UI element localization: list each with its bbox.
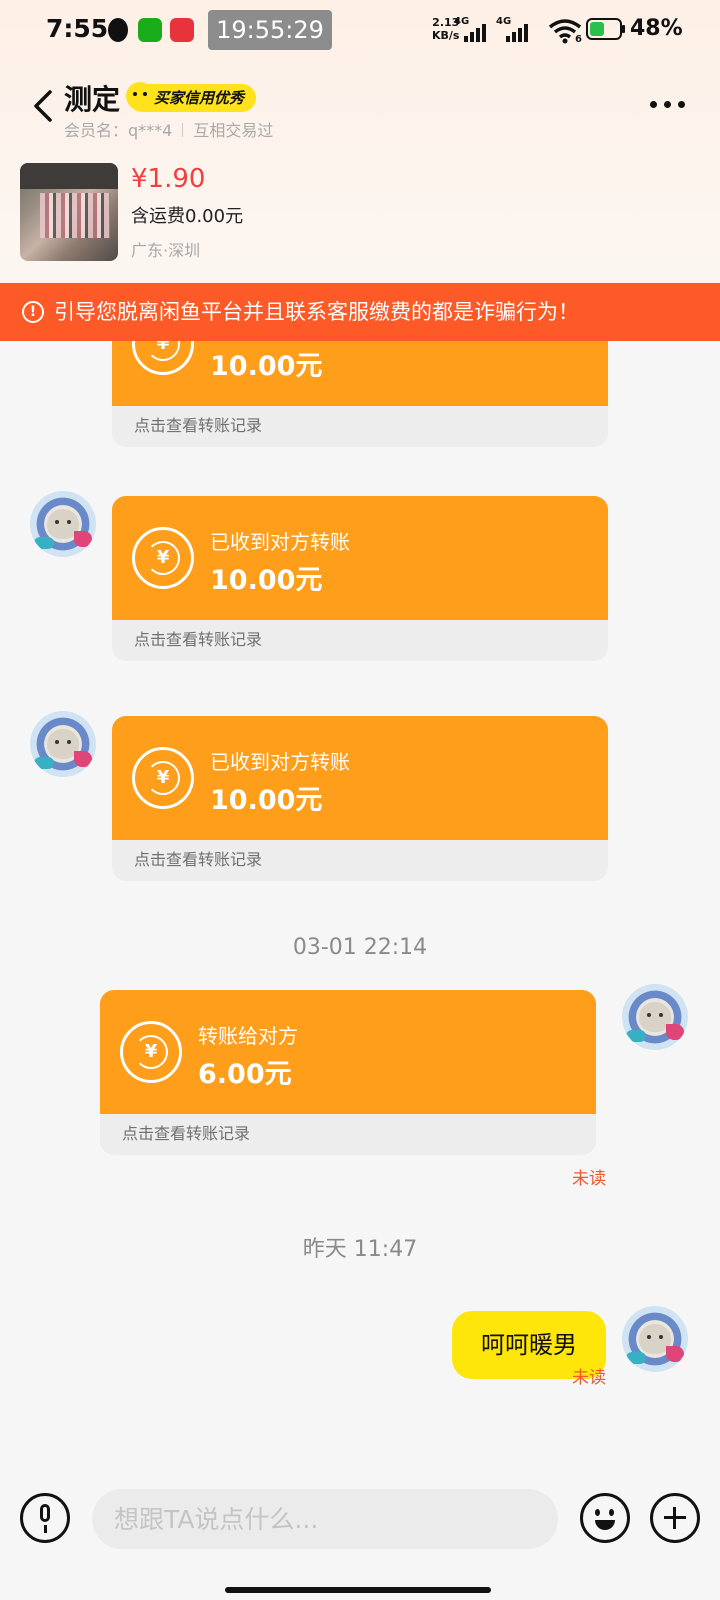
message-timestamp: 昨天 11:47 — [302, 1237, 418, 1262]
transfer-card[interactable]: ¥ 已收到对方转账 10.00元 点击查看转账记录 — [112, 716, 608, 881]
warning-icon: ! — [22, 301, 44, 323]
transfer-card-sent[interactable]: ¥ 转账给对方 6.00元 点击查看转账记录 — [100, 990, 596, 1155]
product-thumbnail[interactable] — [20, 163, 118, 261]
back-arrow-icon[interactable] — [26, 86, 66, 126]
battery-percent: 48% — [630, 16, 683, 41]
divider — [182, 123, 184, 137]
transfer-amount: 10.00元 — [210, 785, 323, 816]
video-app-notification-icon — [170, 18, 194, 42]
yuan-transfer-icon: ¥ — [132, 527, 194, 589]
status-time: 7:55 — [46, 14, 109, 43]
plus-icon[interactable] — [650, 1493, 700, 1543]
transfer-label: 已收到对方转账 — [210, 530, 350, 554]
transfer-label: 已收到对方转账 — [210, 750, 350, 774]
transfer-record-link[interactable]: 点击查看转账记录 — [100, 1114, 596, 1155]
qq-notification-icon — [108, 18, 128, 42]
unread-status: 未读 — [572, 1169, 606, 1189]
my-avatar[interactable] — [622, 1306, 688, 1372]
microphone-icon[interactable] — [20, 1493, 70, 1543]
transfer-record-link[interactable]: 点击查看转账记录 — [112, 406, 608, 447]
wechat-notification-icon — [138, 18, 162, 42]
credit-face-icon — [126, 82, 154, 110]
transfer-card[interactable]: ¥ 10.00元 点击查看转账记录 — [112, 341, 608, 447]
wifi-level: 6 — [575, 34, 582, 45]
member-info: 会员名：q***4 互相交易过 — [64, 121, 274, 140]
yuan-transfer-icon: ¥ — [132, 341, 194, 375]
other-user-avatar[interactable] — [30, 491, 96, 557]
signal-2-bars-icon — [506, 24, 528, 42]
screen-recording-clock: 19:55:29 — [208, 10, 332, 50]
contact-name: 测定 — [64, 83, 121, 116]
battery-icon — [586, 18, 625, 40]
yuan-transfer-icon: ¥ — [120, 1021, 182, 1083]
product-shipping: 含运费0.00元 — [131, 206, 244, 227]
emoji-icon[interactable] — [580, 1493, 630, 1543]
transfer-amount: 6.00元 — [198, 1059, 292, 1090]
yuan-transfer-icon: ¥ — [132, 747, 194, 809]
signal-1-bars-icon — [464, 24, 486, 42]
transfer-amount: 10.00元 — [210, 351, 323, 382]
transfer-record-link[interactable]: 点击查看转账记录 — [112, 840, 608, 881]
message-timestamp: 03-01 22:14 — [292, 935, 428, 960]
product-location: 广东·深圳 — [131, 241, 201, 260]
chat-area[interactable]: ¥ 10.00元 点击查看转账记录 ¥ 已收到对方转账 10.00元 点击查看转… — [0, 341, 720, 1469]
unread-status: 未读 — [572, 1368, 606, 1388]
buyer-credit-badge[interactable]: 买家信用优秀 — [126, 82, 257, 112]
transfer-amount: 10.00元 — [210, 565, 323, 596]
message-input-bar — [0, 1469, 720, 1600]
other-user-avatar[interactable] — [30, 711, 96, 777]
message-input[interactable] — [92, 1489, 558, 1549]
more-options-icon[interactable] — [650, 94, 690, 114]
product-price: ¥1.90 — [131, 164, 206, 194]
status-bar: 7:55 19:55:29 2.13 KB/s 4G 4G 6 48% — [0, 0, 720, 62]
home-indicator[interactable] — [225, 1587, 491, 1593]
transfer-record-link[interactable]: 点击查看转账记录 — [112, 620, 608, 661]
my-avatar[interactable] — [622, 984, 688, 1050]
transfer-card[interactable]: ¥ 已收到对方转账 10.00元 点击查看转账记录 — [112, 496, 608, 661]
transfer-label: 转账给对方 — [198, 1024, 298, 1048]
fraud-warning-banner: ! 引导您脱离闲鱼平台并且联系客服缴费的都是诈骗行为！ — [0, 283, 720, 341]
